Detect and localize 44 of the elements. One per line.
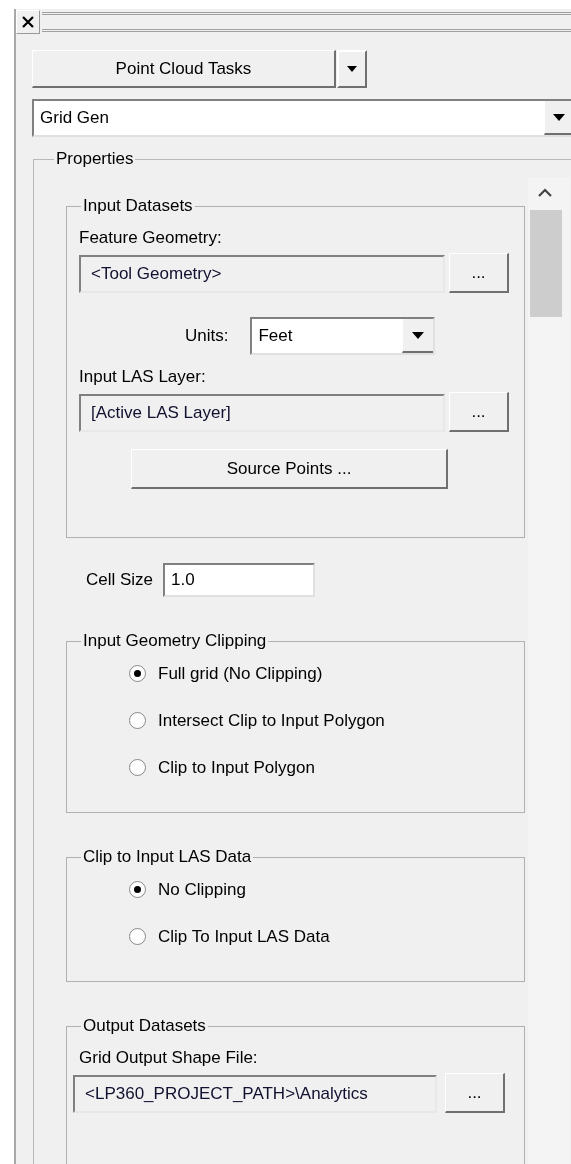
browse-button[interactable]: ... (449, 392, 509, 432)
browse-button[interactable]: ... (445, 1073, 505, 1113)
close-icon (21, 14, 35, 29)
field-label: Feature Geometry: (79, 228, 223, 248)
dropdown-arrow-button[interactable] (544, 101, 571, 135)
field-label: Input LAS Layer: (79, 367, 207, 387)
radio-button[interactable] (129, 928, 146, 945)
task-menu-button[interactable]: Point Cloud Tasks (32, 50, 336, 88)
radio-button[interactable] (129, 665, 146, 682)
radio-button[interactable] (129, 881, 146, 898)
radio-button[interactable] (129, 759, 146, 776)
group-title: Output Datasets (82, 1016, 207, 1036)
caret-icon (347, 66, 357, 72)
input-field[interactable]: <Tool Geometry> (79, 255, 445, 293)
source-points-button[interactable]: Source Points ... (131, 449, 448, 489)
tool-dropdown-value: Grid Gen (39, 108, 110, 128)
group-title: Input Datasets (82, 196, 194, 216)
radio-label[interactable]: No Clipping (158, 879, 246, 900)
radio-button[interactable] (129, 712, 146, 729)
field-label: Units: (185, 326, 229, 346)
units-dropdown-value: Feet (257, 326, 294, 346)
input-field[interactable]: [Active LAS Layer] (79, 394, 445, 432)
field-label: Cell Size (86, 570, 154, 590)
title-bar-gripper[interactable] (42, 11, 571, 32)
units-dropdown[interactable]: Feet (250, 317, 436, 355)
radio-label[interactable]: Clip To Input LAS Data (158, 926, 330, 947)
tool-dropdown[interactable]: Grid Gen (32, 99, 571, 137)
caret-icon (412, 331, 425, 339)
close-button[interactable] (16, 9, 40, 34)
dropdown-arrow-button[interactable] (402, 319, 434, 353)
task-dropdown-button[interactable] (337, 50, 367, 88)
cell-size-field[interactable]: 1.0 (163, 563, 316, 597)
caret-icon (553, 113, 565, 121)
group-title: Clip to Input LAS Data (82, 847, 253, 867)
input-field[interactable]: <LP360_PROJECT_PATH>\Analytics (73, 1075, 437, 1113)
scroll-up-icon[interactable] (538, 188, 552, 197)
browse-button[interactable]: ... (449, 253, 509, 293)
radio-label[interactable]: Clip to Input Polygon (158, 757, 315, 778)
radio-label[interactable]: Full grid (No Clipping) (158, 663, 323, 684)
field-label: Grid Output Shape File: (79, 1048, 259, 1068)
group-title: Input Geometry Clipping (82, 631, 268, 651)
radio-label[interactable]: Intersect Clip to Input Polygon (158, 710, 385, 731)
scroll-thumb[interactable] (530, 210, 562, 317)
scrollbar[interactable] (528, 178, 570, 1164)
